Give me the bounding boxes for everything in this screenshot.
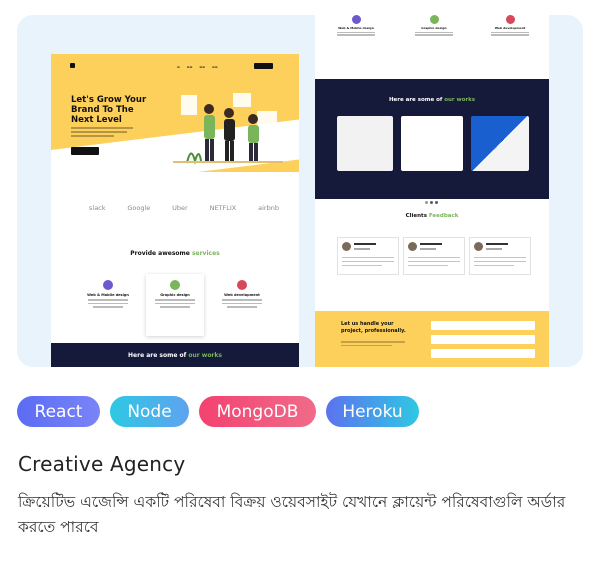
tag-mongodb[interactable]: MongoDB <box>199 396 316 427</box>
email-field <box>431 321 535 330</box>
design-icon <box>103 280 113 290</box>
service-item: Web & Mobile design <box>331 15 381 36</box>
tag-node[interactable]: Node <box>110 396 189 427</box>
work-screenshot <box>401 116 463 171</box>
works-title: Here are some of our works <box>128 352 222 359</box>
airbnb-logo: airbnb <box>258 204 279 212</box>
feedback-card <box>403 237 465 275</box>
dev-icon <box>505 15 515 24</box>
nav-links: ▬ ▬▬ ▬▬ ▬▬ <box>177 65 218 69</box>
service-item: Graphic design <box>409 15 459 36</box>
login-button <box>254 63 273 69</box>
avatar <box>408 242 417 251</box>
hire-us-button <box>71 147 99 155</box>
preview-homepage-bottom: Web & Mobile design Graphic design Web d… <box>315 15 549 367</box>
name-field <box>431 335 535 344</box>
service-card: Web & Mobile design <box>79 274 137 336</box>
project-preview-image[interactable]: ▬ ▬▬ ▬▬ ▬▬ Let's Grow Your Brand To The … <box>17 15 583 367</box>
feedback-card <box>337 237 399 275</box>
avatar <box>342 242 351 251</box>
graphic-icon <box>170 280 180 290</box>
contact-text-lines <box>341 341 405 348</box>
tag-react[interactable]: React <box>17 396 100 427</box>
brand-logos: slack Google Uber NETFLIX airbnb <box>89 204 279 212</box>
project-description: ক্রিয়েটিভ এজেন্সি একটি পরিষেবা বিক্রয় … <box>18 493 566 536</box>
avatar <box>474 242 483 251</box>
preview-homepage-top: ▬ ▬▬ ▬▬ ▬▬ Let's Grow Your Brand To The … <box>51 54 299 367</box>
contact-title: Let us handle your project, professional… <box>341 321 406 334</box>
team-illustration <box>173 93 283 165</box>
hero-text-lines <box>71 127 133 139</box>
works-title: Here are some of our works <box>388 97 476 103</box>
graphic-icon <box>429 15 439 24</box>
slack-logo: slack <box>89 204 106 212</box>
feedback-card <box>469 237 531 275</box>
service-card: Graphic design <box>146 274 204 336</box>
google-logo: Google <box>127 204 151 212</box>
service-item: Web development <box>485 15 535 36</box>
hero-headline: Let's Grow Your Brand To The Next Level <box>71 95 147 125</box>
netflix-logo: NETFLIX <box>209 204 237 212</box>
services-title: Provide awesome services <box>130 250 220 257</box>
dev-icon <box>237 280 247 290</box>
work-screenshot <box>337 116 393 171</box>
feedback-title: Clients Feedback <box>405 213 459 219</box>
design-icon <box>351 15 361 24</box>
tech-tags: React Node MongoDB Heroku <box>17 396 419 427</box>
logo-icon <box>70 63 75 68</box>
service-card: Web development <box>213 274 271 336</box>
tag-heroku[interactable]: Heroku <box>326 396 419 427</box>
uber-logo: Uber <box>172 204 188 212</box>
project-title[interactable]: Creative Agency <box>18 452 185 476</box>
work-screenshot <box>471 116 529 171</box>
carousel-dots <box>425 189 440 208</box>
message-field <box>431 349 535 358</box>
